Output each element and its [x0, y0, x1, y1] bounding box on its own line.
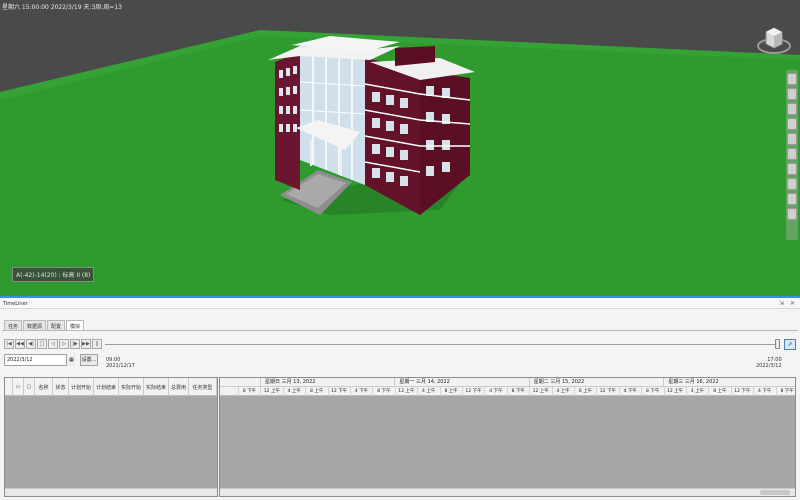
nav-pan-icon[interactable]: [787, 88, 797, 100]
rewind-icon[interactable]: ◀◀: [15, 339, 25, 349]
gantt-hour-label: 8 下午: [775, 387, 798, 396]
gantt-hour-label: 4 上午: [282, 387, 305, 396]
column-header-planned-start[interactable]: 计划开始: [69, 378, 94, 396]
gantt-hour-label: 4 下午: [618, 387, 641, 396]
column-header-total-cost[interactable]: 总费用: [169, 378, 189, 396]
gantt-chart[interactable]: 星期日 三月 13, 2022 星期一 三月 14, 2022 星期二 三月 15,…: [219, 377, 796, 497]
stop-icon[interactable]: □: [37, 339, 47, 349]
task-grid[interactable]: ▭ ▢ 名称 状态 计划开始 计划结束 实际开始 实际结束 总费用 任务类型: [4, 377, 218, 497]
navigation-bar[interactable]: [786, 70, 798, 240]
end-date: 2022/3/12: [756, 363, 782, 369]
gantt-hour-label: 8 下午: [506, 387, 529, 396]
gantt-day-label: 星期三 三月 16, 2022: [663, 378, 797, 387]
play-icon[interactable]: ▷: [59, 339, 69, 349]
3d-viewport[interactable]: 星期六 15:00:00 2022/3/19 天:3周:周=13 A(-42)-…: [0, 0, 800, 296]
gantt-hour-label: 8 上午: [439, 387, 462, 396]
gantt-hour-label: 4 上午: [551, 387, 574, 396]
column-header-status[interactable]: 状态: [53, 378, 69, 396]
start-date: 2021/12/17: [106, 363, 135, 369]
gantt-hour-label: 4 下午: [484, 387, 506, 396]
settings-button[interactable]: 设置...: [80, 354, 98, 366]
column-header-planned-end[interactable]: 计划结束: [94, 378, 119, 396]
gantt-day-header: 星期日 三月 13, 2022 星期一 三月 14, 2022 星期二 三月 15,…: [220, 378, 795, 387]
nav-orbit-icon[interactable]: [787, 73, 797, 85]
gantt-hour-label: 12 下午: [730, 387, 753, 396]
step-forward-icon[interactable]: |▶: [70, 339, 80, 349]
task-grid-header: ▭ ▢ 名称 状态 计划开始 计划结束 实际开始 实际结束 总费用 任务类型: [5, 378, 217, 396]
playback-controls: |◀ ◀◀ ◀| □ ◁ ▷ |▶ ▶▶ ||: [4, 339, 103, 349]
fast-forward-icon[interactable]: ▶▶: [81, 339, 91, 349]
gantt-day-label: 星期日 三月 13, 2022: [260, 378, 394, 387]
gantt-hour-label: 4 上午: [686, 387, 708, 396]
nav-wheel-icon[interactable]: [787, 163, 797, 175]
gantt-hour-label: 8 上午: [574, 387, 596, 396]
tab-strip: 任务 数据源 配置 模拟: [4, 320, 85, 330]
play-reverse-icon[interactable]: ◁: [48, 339, 58, 349]
nav-walk-icon[interactable]: [787, 133, 797, 145]
nav-expand-icon[interactable]: [787, 208, 797, 220]
gantt-day-label: 星期一 三月 14, 2022: [394, 378, 528, 387]
gantt-day-label: 星期二 三月 15, 2022: [528, 378, 663, 387]
tab-data-sources[interactable]: 数据源: [23, 320, 47, 330]
gantt-hour-label: 12 下午: [327, 387, 350, 396]
column-header-actual-start[interactable]: 实际开始: [119, 378, 144, 396]
gantt-hour-header: 8 下午 12 上午 4 上午 8 上午 12 下午 4 下午 8 下午 12 上午 4 上午 8…: [220, 387, 795, 396]
scene-canvas[interactable]: [0, 0, 800, 296]
gantt-hour-label: 12 上午: [260, 387, 282, 396]
timeliner-panel: TimeLiner ⇲ ✕ 任务 数据源 配置 模拟 |◀ ◀◀ ◀| □ ◁ …: [0, 296, 800, 500]
gantt-hour-label: 4 上午: [417, 387, 439, 396]
tab-tasks[interactable]: 任务: [4, 320, 23, 330]
panel-title: TimeLiner: [3, 301, 28, 307]
column-header-active[interactable]: ▭: [13, 378, 24, 396]
notes-icon: ▢: [26, 384, 32, 390]
gantt-hour-label: 8 下午: [238, 387, 260, 396]
timeline-start: 09:00 2021/12/17: [106, 357, 135, 369]
timeline-end: 17:00 2022/3/12: [756, 357, 782, 369]
gantt-hour-label: 12 上午: [394, 387, 417, 396]
gantt-hour-label: 8 下午: [641, 387, 663, 396]
panel-window-buttons[interactable]: ⇲ ✕: [779, 300, 797, 307]
column-header-select[interactable]: [5, 378, 13, 396]
column-header-actual-end[interactable]: 实际结束: [144, 378, 169, 396]
gantt-hour-label: 12 下午: [462, 387, 484, 396]
gantt-hour-label: 8 上午: [305, 387, 327, 396]
gantt-hour-label: 4 下午: [350, 387, 372, 396]
gantt-hour-label: 4 下午: [753, 387, 775, 396]
task-grid-scrollbar[interactable]: [5, 488, 217, 496]
pause-icon[interactable]: ||: [92, 339, 102, 349]
timeline-slider-track[interactable]: [105, 344, 780, 345]
gantt-hour-label: 12 上午: [663, 387, 686, 396]
coordinate-readout: A(-42)-14(20) : 标高 II (8): [12, 267, 95, 282]
nav-fly-icon[interactable]: [787, 148, 797, 160]
tab-configure[interactable]: 配置: [47, 320, 66, 330]
gantt-hour-label: 8 下午: [372, 387, 394, 396]
column-header-notes[interactable]: ▢: [24, 378, 35, 396]
tab-simulate[interactable]: 模拟: [66, 320, 85, 330]
nav-select-icon[interactable]: [787, 193, 797, 205]
go-start-icon[interactable]: |◀: [4, 339, 14, 349]
active-icon: ▭: [15, 384, 21, 390]
gantt-hour-label: 8 上午: [708, 387, 730, 396]
nav-zoom-icon[interactable]: [787, 103, 797, 115]
gantt-hour-label: 12 上午: [529, 387, 551, 396]
column-header-task-type[interactable]: 任务类型: [189, 378, 217, 396]
timeline-slider-handle[interactable]: [775, 339, 780, 349]
export-icon[interactable]: ⇗: [784, 339, 796, 350]
step-back-icon[interactable]: ◀|: [26, 339, 36, 349]
viewcube-icon[interactable]: [756, 20, 792, 56]
nav-look-icon[interactable]: [787, 118, 797, 130]
gantt-scrollbar[interactable]: [220, 488, 795, 496]
panel-header: TimeLiner ⇲ ✕: [0, 298, 800, 309]
gantt-hour-label: 12 下午: [596, 387, 618, 396]
column-header-name[interactable]: 名称: [35, 378, 53, 396]
nav-zoomfit-icon[interactable]: [787, 178, 797, 190]
status-text: 星期六 15:00:00 2022/3/19 天:3周:周=13: [2, 4, 122, 11]
calendar-icon[interactable]: ▦: [66, 354, 76, 366]
gantt-scroll-thumb[interactable]: [760, 490, 790, 495]
tab-divider: [2, 330, 798, 331]
